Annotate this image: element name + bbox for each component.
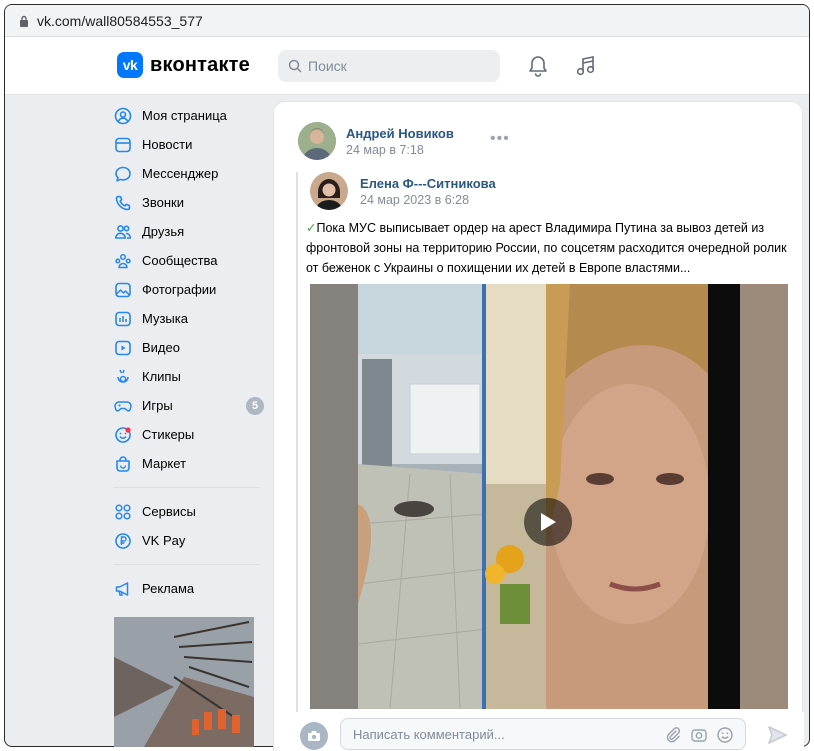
play-button[interactable] [524, 498, 572, 546]
attach-paperclip-icon[interactable] [664, 726, 682, 744]
ad-photo-illustration [114, 617, 254, 747]
sidebar-item-market[interactable]: Маркет [112, 449, 262, 478]
sidebar-item-calls[interactable]: Звонки [112, 188, 262, 217]
sidebar-item-vkpay[interactable]: VK Pay [112, 526, 262, 555]
sidebar-item-label: Клипы [142, 369, 181, 384]
sidebar-item-news[interactable]: Новости [112, 130, 262, 159]
emoji-smile-icon[interactable] [716, 726, 734, 744]
repost-indicator-line [296, 172, 298, 717]
megaphone-icon [114, 580, 132, 598]
games-count-badge: 5 [246, 397, 264, 415]
sidebar-item-label: Моя страница [142, 108, 227, 123]
sidebar-item-communities[interactable]: Сообщества [112, 246, 262, 275]
sidebar-item-stickers[interactable]: Стикеры [112, 420, 262, 449]
clips-icon [114, 368, 132, 386]
sidebar-item-games[interactable]: Игры 5 [112, 391, 264, 420]
send-icon[interactable] [766, 724, 788, 746]
comment-placeholder: Написать комментарий... [353, 726, 505, 742]
vk-header: vk вконтакте Поиск [5, 37, 809, 95]
address-bar[interactable]: vk.com/wall80584553_577 [5, 5, 809, 37]
author-avatar-photo [298, 122, 336, 160]
camera-icon [308, 731, 320, 741]
sidebar-item-clips[interactable]: Клипы [112, 362, 262, 391]
search-icon [288, 59, 302, 73]
repost-avatar-photo [310, 172, 348, 210]
vk-logo-mark: vk [117, 52, 143, 78]
services-grid-icon [114, 503, 132, 521]
sidebar-item-video[interactable]: Видео [112, 333, 262, 362]
communities-icon [114, 252, 132, 270]
sidebar-item-messenger[interactable]: Мессенджер [112, 159, 262, 188]
photo-icon [114, 281, 132, 299]
sidebar-item-label: Видео [142, 340, 180, 355]
comment-tools [664, 726, 734, 744]
sidebar-item-label: Звонки [142, 195, 184, 210]
sidebar-item-photos[interactable]: Фотографии [112, 275, 262, 304]
sidebar-item-my-page[interactable]: Моя страница [112, 101, 262, 130]
sidebar-divider [114, 564, 260, 565]
sidebar-item-label: Мессенджер [142, 166, 219, 181]
sticker-icon [114, 426, 132, 444]
sidebar-item-label: Новости [142, 137, 193, 152]
video-icon [114, 339, 132, 357]
author-avatar[interactable] [298, 122, 336, 160]
video-thumbnail [310, 284, 788, 709]
sidebar-item-music[interactable]: Музыка [112, 304, 262, 333]
photo-camera-icon[interactable] [690, 726, 708, 744]
sidebar-item-ads[interactable]: Реклама [112, 574, 262, 603]
post-author-name[interactable]: Андрей Новиков [346, 126, 454, 141]
sidebar-item-label: Маркет [142, 456, 187, 471]
post-more-button[interactable]: ••• [490, 130, 510, 148]
sidebar-item-label: Друзья [142, 224, 185, 239]
chat-bubble-icon [114, 165, 132, 183]
user-circle-icon [114, 107, 132, 125]
search-placeholder: Поиск [308, 58, 347, 74]
search-input[interactable]: Поиск [278, 50, 500, 82]
phone-icon [114, 194, 132, 212]
sidebar-item-label: VK Pay [142, 533, 186, 548]
vkpay-icon [114, 532, 132, 550]
post-date[interactable]: 24 мар в 7:18 [346, 143, 424, 157]
bell-icon[interactable] [527, 54, 549, 78]
repost-author-name[interactable]: Елена Ф---Ситникова [360, 176, 496, 191]
comment-avatar[interactable] [300, 722, 328, 750]
sidebar-item-label: Фотографии [142, 282, 217, 297]
post-text-body: Пока МУС выписывает ордер на арест Влади… [306, 221, 787, 275]
play-icon [541, 513, 556, 531]
music-icon [114, 310, 132, 328]
news-icon [114, 136, 132, 154]
left-sidebar: Моя страница Новости Мессенджер Звонки Д… [112, 101, 264, 603]
sidebar-divider [114, 487, 260, 488]
video-player[interactable] [310, 284, 788, 709]
sidebar-item-friends[interactable]: Друзья [112, 217, 262, 246]
sidebar-item-label: Стикеры [142, 427, 195, 442]
sidebar-item-label: Музыка [142, 311, 188, 326]
sidebar-item-label: Сервисы [142, 504, 196, 519]
post-text: ✓Пока МУС выписывает ордер на арест Влад… [306, 218, 792, 278]
repost-date[interactable]: 24 мар 2023 в 6:28 [360, 193, 469, 207]
market-bag-icon [114, 455, 132, 473]
sidebar-item-label: Сообщества [142, 253, 218, 268]
friends-icon [114, 223, 132, 241]
lock-icon [20, 15, 28, 27]
sidebar-ad-image[interactable] [114, 617, 254, 747]
sidebar-item-label: Реклама [142, 581, 195, 596]
checkmark-icon: ✓ [306, 221, 317, 235]
gamepad-icon [114, 397, 132, 415]
sidebar-item-label: Игры [142, 398, 173, 413]
repost-author-avatar[interactable] [310, 172, 348, 210]
url-text: vk.com/wall80584553_577 [37, 12, 203, 29]
vk-logo-text: вконтакте [150, 53, 250, 76]
music-note-icon[interactable] [575, 54, 597, 78]
sidebar-item-services[interactable]: Сервисы [112, 497, 262, 526]
vk-logo[interactable]: vk вконтакте [117, 52, 250, 78]
